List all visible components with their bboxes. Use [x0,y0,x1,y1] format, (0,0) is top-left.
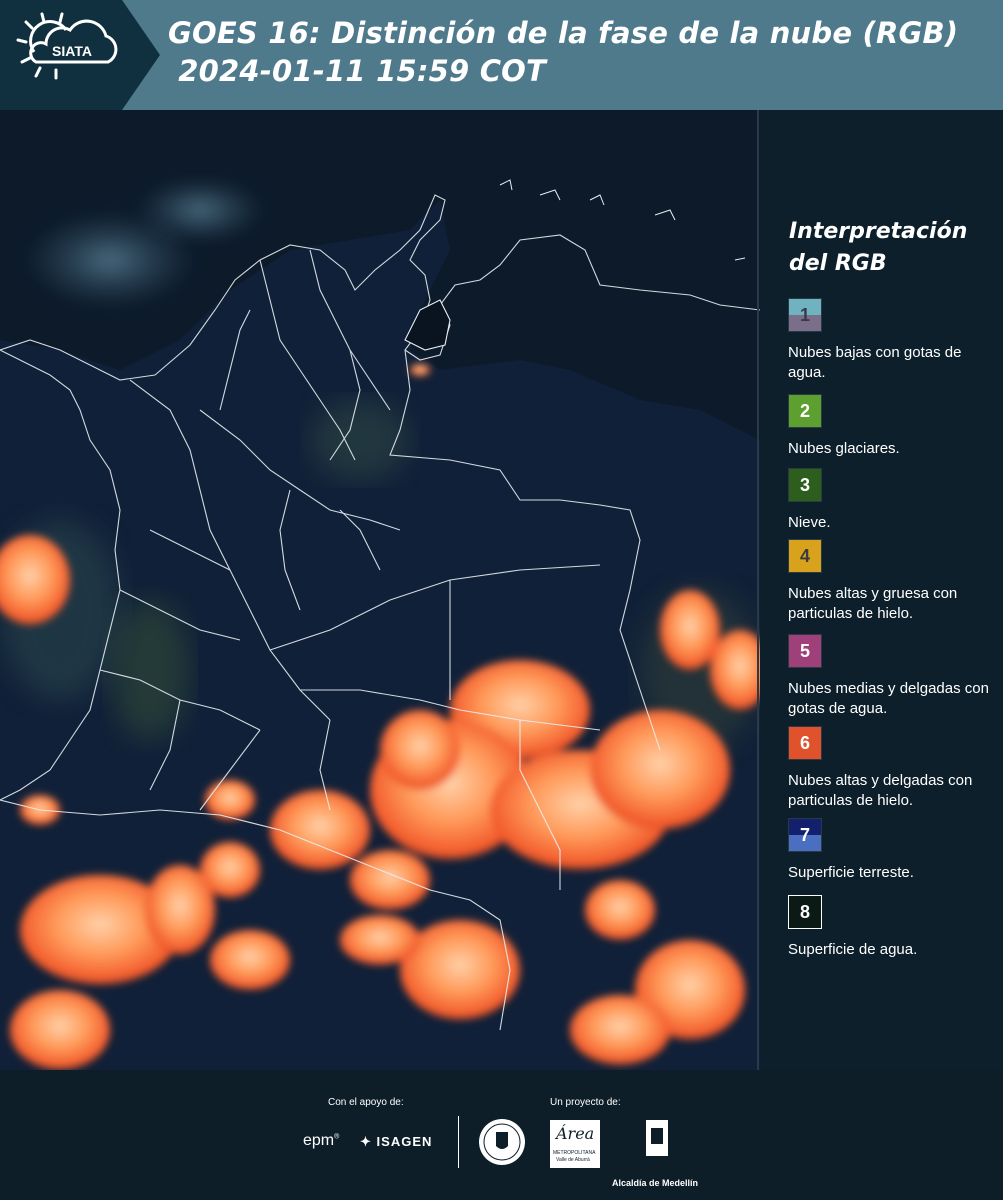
legend-panel: Interpretación del RGB 1 Nubes bajas con… [760,110,1003,1070]
legend-swatch: 5 [788,634,822,668]
legend-item-7: 7 Superficie terreste. [788,818,998,883]
legend-item-label: Nieve. [788,514,831,531]
legend-swatch: 4 [788,539,822,573]
page-title: GOES 16: Distinción de la fase de la nub… [168,14,958,90]
legend-item-2: 2 Nubes glaciares. [788,394,998,459]
epm-logo[interactable]: epm® [303,1132,339,1150]
legend-item-label: Nubes medias y delgadas con gotas de agu… [788,680,989,717]
legend-swatch: 1 [788,298,822,332]
footer-divider [458,1116,459,1168]
legend-item-label: Nubes bajas con gotas de agua. [788,344,962,381]
isagen-mark-icon: ✦ [360,1134,372,1149]
isagen-logo[interactable]: ✦ ISAGEN [360,1134,432,1150]
seal-logo[interactable] [478,1118,526,1166]
title-line-1: GOES 16: Distinción de la fase de la nub… [168,16,959,50]
svg-text:SIATA: SIATA [52,43,92,59]
legend-title: Interpretación del RGB [789,219,968,276]
footer: Con el apoyo de: Un proyecto de: epm® ✦ … [0,1070,1003,1200]
legend-item-label: Superficie de agua. [788,941,918,958]
project-label: Un proyecto de: [550,1097,621,1108]
legend-item-4: 4 Nubes altas y gruesa con particulas de… [788,539,998,624]
legend-item-8: 8 Superficie de agua. [788,895,998,960]
legend-item-label: Superficie terreste. [788,864,914,881]
legend-swatch: 6 [788,726,822,760]
header: SIATA GOES 16: Distinción de la fase de … [0,0,1003,110]
support-label: Con el apoyo de: [328,1097,404,1108]
alcaldia-label: Alcaldía de Medellín [612,1178,699,1188]
legend-item-1: 1 Nubes bajas con gotas de agua. [788,298,998,383]
siata-logo[interactable]: SIATA [0,0,160,110]
legend-item-6: 6 Nubes altas y delgadas con particulas … [788,726,998,811]
legend-item-label: Nubes altas y delgadas con particulas de… [788,772,973,809]
legend-swatch: 2 [788,394,822,428]
alcaldia-shield-icon[interactable] [644,1118,670,1158]
legend-item-label: Nubes glaciares. [788,440,900,457]
legend-swatch: 7 [788,818,822,852]
legend-item-label: Nubes altas y gruesa con particulas de h… [788,585,958,622]
legend-swatch: 8 [788,895,822,929]
legend-item-5: 5 Nubes medias y delgadas con gotas de a… [788,634,998,719]
satellite-map[interactable] [0,110,760,1070]
legend-item-3: 3 Nieve. [788,468,998,533]
area-metropolitana-logo[interactable]: Área METROPOLITANA Valle de Aburrá [550,1120,600,1168]
legend-swatch: 3 [788,468,822,502]
title-line-2: 2024-01-11 15:59 COT [168,54,547,88]
